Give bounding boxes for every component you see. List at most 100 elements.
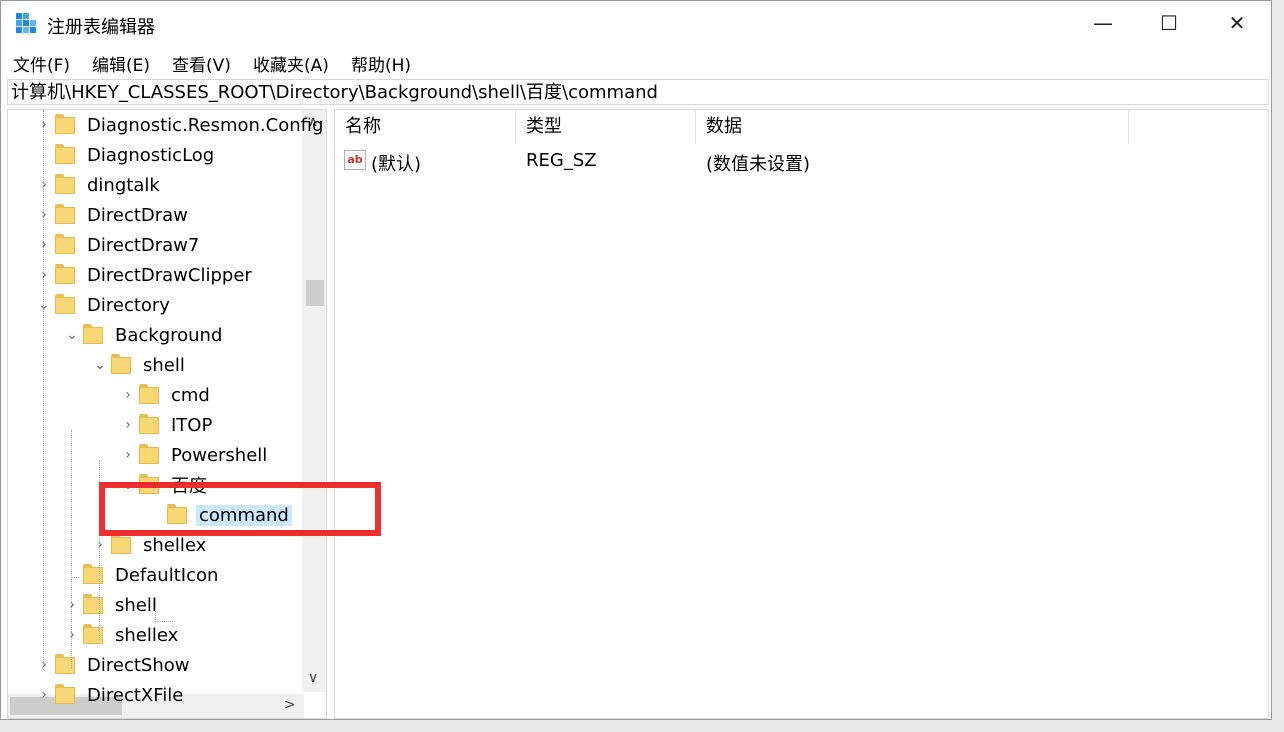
collapse-chevron-icon[interactable]: ⌄ xyxy=(121,477,135,493)
tree-guide-line xyxy=(71,577,79,578)
tree-item-label: dingtalk xyxy=(87,174,160,196)
expand-chevron-icon[interactable]: › xyxy=(37,177,51,193)
expand-chevron-icon[interactable]: › xyxy=(93,537,107,553)
column-header-type[interactable]: 类型 xyxy=(516,110,696,144)
value-type: REG_SZ xyxy=(526,150,597,171)
tree-item[interactable]: ⌄ 百度 xyxy=(121,471,210,499)
tree-item[interactable]: › Powershell xyxy=(121,441,270,469)
menu-favorites[interactable]: 收藏夹(A) xyxy=(253,51,329,76)
tree-item[interactable]: ⌄ shell xyxy=(93,351,188,379)
title-bar[interactable]: 注册表编辑器 — ☐ ✕ xyxy=(1,1,1271,45)
tree-item[interactable]: ⌄ Background xyxy=(65,321,225,349)
tree-item[interactable]: › dingtalk xyxy=(37,171,163,199)
folder-icon xyxy=(55,293,75,314)
expand-chevron-icon[interactable]: › xyxy=(121,387,135,403)
tree-item[interactable]: › DirectDraw xyxy=(37,201,191,229)
column-header-name[interactable]: 名称 xyxy=(335,110,516,144)
folder-icon xyxy=(83,623,103,644)
column-header-data[interactable]: 数据 xyxy=(696,110,1129,144)
tree-item[interactable]: command xyxy=(149,501,292,529)
window-title: 注册表编辑器 xyxy=(47,17,155,38)
tree-item-label: shellex xyxy=(115,624,179,646)
menu-edit[interactable]: 编辑(E) xyxy=(92,51,150,76)
address-bar[interactable]: 计算机\HKEY_CLASSES_ROOT\Directory\Backgrou… xyxy=(7,79,1269,105)
tree-guide-line xyxy=(43,110,44,670)
collapse-chevron-icon[interactable]: ⌄ xyxy=(93,357,107,373)
folder-icon xyxy=(55,233,75,254)
expand-chevron-icon[interactable]: › xyxy=(121,417,135,433)
tree-item[interactable]: DiagnosticLog xyxy=(37,141,217,169)
tree-item-label: DirectShow xyxy=(87,654,190,676)
expand-chevron-icon[interactable]: › xyxy=(37,267,51,283)
maximize-button[interactable]: ☐ xyxy=(1135,1,1203,45)
folder-icon xyxy=(83,593,103,614)
tree-item-label: Diagnostic.Resmon.Config xyxy=(87,114,324,136)
background-window-edge xyxy=(1272,0,1284,720)
registry-editor-window: 注册表编辑器 — ☐ ✕ 文件(F) 编辑(E) 查看(V) 收藏夹(A) 帮助… xyxy=(0,0,1272,720)
tree-guide-line xyxy=(99,460,100,640)
expand-chevron-icon[interactable]: › xyxy=(37,237,51,253)
folder-icon xyxy=(83,323,103,344)
folder-icon xyxy=(139,473,159,494)
folder-icon xyxy=(55,263,75,284)
tree-item-label: DiagnosticLog xyxy=(87,144,215,166)
folder-icon xyxy=(83,563,103,584)
tree-item-label: Powershell xyxy=(171,444,268,466)
collapse-chevron-icon[interactable]: ⌄ xyxy=(37,297,51,313)
menu-bar: 文件(F) 编辑(E) 查看(V) 收藏夹(A) 帮助(H) xyxy=(1,47,1271,76)
tree-item-label: shell xyxy=(115,594,157,616)
tree-item-label: Directory xyxy=(87,294,170,316)
scroll-right-icon[interactable]: > xyxy=(284,697,296,713)
registry-editor-icon xyxy=(16,13,36,33)
tree-item[interactable]: ⌄ Directory xyxy=(37,291,173,319)
folder-icon xyxy=(139,413,159,434)
tree-item[interactable]: › ITOP xyxy=(121,411,215,439)
expand-chevron-icon[interactable]: › xyxy=(37,687,51,703)
tree-item-label: ITOP xyxy=(171,414,213,436)
tree-item-label: command xyxy=(196,504,292,526)
close-icon: ✕ xyxy=(1228,11,1246,35)
tree-item-label: shellex xyxy=(143,534,207,556)
folder-icon xyxy=(55,683,75,704)
tree-item[interactable]: › shellex xyxy=(93,531,209,559)
tree-item-label: cmd xyxy=(171,384,210,406)
tree-item[interactable]: DefaultIcon xyxy=(65,561,221,589)
registry-tree-pane[interactable]: ∧ ∨ > › Diagnostic.Resmon.Config Diagnosti… xyxy=(7,109,327,719)
folder-icon xyxy=(55,173,75,194)
tree-vertical-scrollbar[interactable]: ∧ ∨ xyxy=(302,110,326,692)
menu-view[interactable]: 查看(V) xyxy=(172,51,231,76)
value-row[interactable]: ab (默认) REG_SZ (数值未设置) xyxy=(335,148,1255,175)
tree-vertical-scroll-thumb[interactable] xyxy=(306,280,324,306)
menu-file[interactable]: 文件(F) xyxy=(13,51,70,76)
menu-help[interactable]: 帮助(H) xyxy=(351,51,411,76)
scroll-down-icon[interactable]: ∨ xyxy=(308,670,318,686)
expand-chevron-icon[interactable]: › xyxy=(37,207,51,223)
tree-item[interactable]: › DirectDrawClipper xyxy=(37,261,255,289)
tree-item[interactable]: › DirectDraw7 xyxy=(37,231,202,259)
folder-icon xyxy=(167,503,187,524)
tree-item-label: DirectDraw xyxy=(87,204,188,226)
tree-item[interactable]: › Diagnostic.Resmon.Config xyxy=(37,111,326,139)
folder-icon xyxy=(55,113,75,134)
folder-icon xyxy=(55,653,75,674)
tree-item-label: 百度 xyxy=(171,476,207,497)
expand-chevron-icon[interactable]: › xyxy=(65,627,79,643)
minimize-icon: — xyxy=(1093,11,1113,35)
value-name: (默认) xyxy=(371,154,422,175)
collapse-chevron-icon[interactable]: ⌄ xyxy=(65,327,79,343)
tree-item[interactable]: › shellex xyxy=(65,621,181,649)
minimize-button[interactable]: — xyxy=(1069,1,1137,45)
expand-chevron-icon[interactable]: › xyxy=(121,447,135,463)
tree-item[interactable]: › cmd xyxy=(121,381,213,409)
tree-item[interactable]: › shell xyxy=(65,591,160,619)
tree-item[interactable]: › DirectShow xyxy=(37,651,192,679)
expand-chevron-icon[interactable]: › xyxy=(37,657,51,673)
values-pane[interactable]: 名称 类型 数据 ab (默认) REG_SZ (数值未设置) xyxy=(334,109,1269,719)
expand-chevron-icon[interactable]: › xyxy=(37,117,51,133)
tree-item[interactable]: › DirectXFile xyxy=(37,681,186,709)
close-button[interactable]: ✕ xyxy=(1203,1,1271,45)
expand-chevron-icon[interactable]: › xyxy=(65,597,79,613)
value-data: (数值未设置) xyxy=(706,154,811,175)
tree-item-label: DefaultIcon xyxy=(115,564,219,586)
folder-icon xyxy=(139,443,159,464)
